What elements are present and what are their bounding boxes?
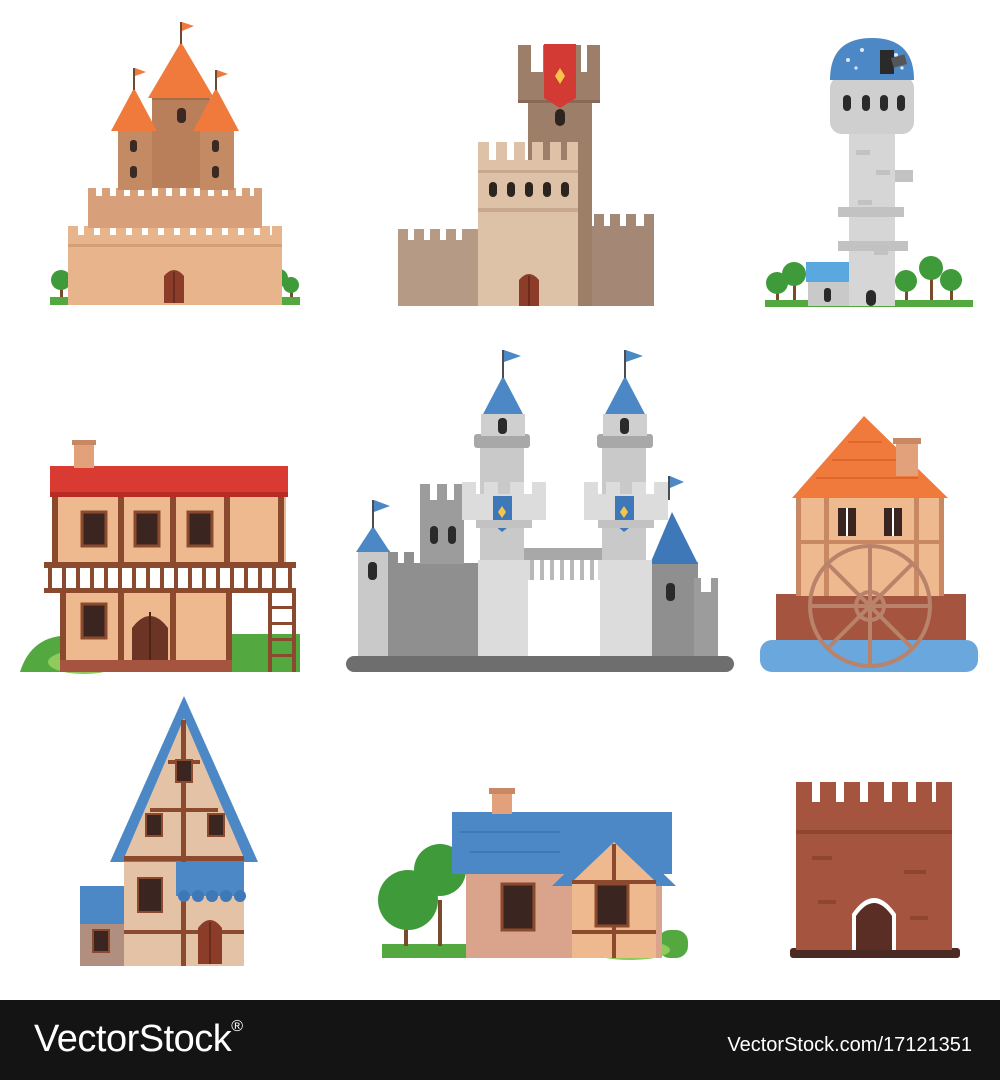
watermark-image-id: VectorStock.com/17121351 bbox=[727, 1034, 972, 1056]
grey-stone-castle-with-gate bbox=[346, 350, 734, 672]
water-mill bbox=[760, 416, 978, 672]
registered-mark: ® bbox=[231, 1018, 243, 1035]
tall-timber-house bbox=[80, 696, 258, 966]
watermark-brand-name: VectorStock bbox=[34, 1018, 232, 1060]
stone-keep-with-banner bbox=[398, 44, 654, 306]
buildings-illustration-set bbox=[20, 22, 978, 966]
two-storey-tavern bbox=[20, 440, 300, 674]
castle-orange-turrets bbox=[50, 22, 300, 305]
observatory-tower bbox=[765, 38, 973, 307]
brick-gatehouse bbox=[790, 782, 960, 958]
watermark-footer: VectorStock® VectorStock.com/17121351 bbox=[0, 1000, 1000, 1080]
cottage-blue-roof bbox=[378, 788, 688, 960]
watermark-brand: VectorStock® bbox=[34, 1018, 243, 1061]
